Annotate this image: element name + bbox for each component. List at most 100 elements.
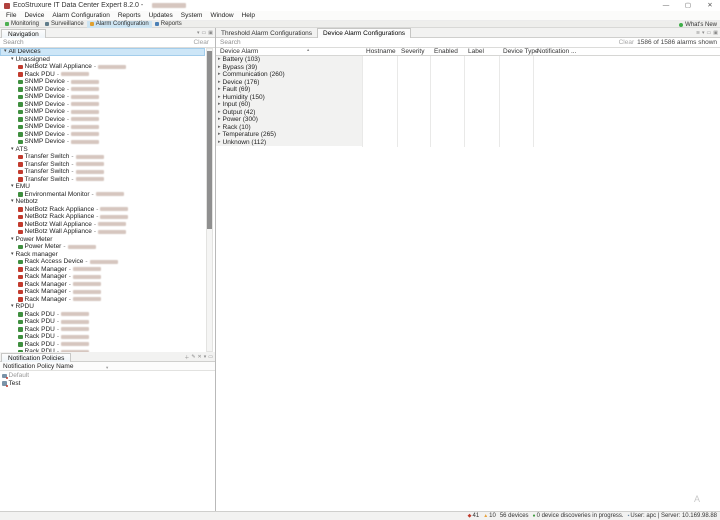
tree-group-ats[interactable]: ▾ATS	[0, 146, 205, 154]
tree-device-snmp-device[interactable]: SNMP Device-	[0, 123, 205, 131]
column-header-device-type[interactable]: Device Type	[503, 48, 539, 56]
tree-device-rack-pdu[interactable]: Rack PDU-	[0, 341, 205, 349]
tree-group-power-meter[interactable]: ▾Power Meter	[0, 236, 205, 244]
tree-group-emu[interactable]: ▾EMU	[0, 183, 205, 191]
maximize-view-icon[interactable]: ▣	[713, 30, 718, 36]
tree-expander-icon[interactable]: ▾	[11, 146, 14, 154]
tree-device-netbotz-wall-appliance[interactable]: NetBotz Wall Appliance-	[0, 221, 205, 229]
tree-group-unassigned[interactable]: ▾Unassigned	[0, 56, 205, 64]
alarm-row-input-60[interactable]: ▸Input (60)	[216, 101, 720, 109]
perspective-tab-alarm-configuration[interactable]: Alarm Configuration	[87, 21, 152, 28]
tree-expander-icon[interactable]: ▾	[11, 183, 14, 191]
tree-device-snmp-device[interactable]: SNMP Device-	[0, 116, 205, 124]
view-menu-icon[interactable]: ▾	[204, 354, 207, 360]
tree-device-rack-manager[interactable]: Rack Manager-	[0, 288, 205, 296]
alarm-row-humidity-150[interactable]: ▸Humidity (150)	[216, 94, 720, 102]
tree-device-rack-manager[interactable]: Rack Manager-	[0, 266, 205, 274]
alarm-row-communication-260[interactable]: ▸Communication (260)	[216, 71, 720, 79]
tree-device-rack-manager[interactable]: Rack Manager-	[0, 281, 205, 289]
row-expander-icon[interactable]: ▸	[218, 109, 221, 117]
tab-threshold-alarm-configurations[interactable]: Threshold Alarm Configurations	[216, 29, 317, 38]
tree-device-netbotz-wall-appliance[interactable]: NetBotz Wall Appliance-	[0, 63, 205, 71]
tree-expander-icon[interactable]: ▾	[11, 56, 14, 64]
row-expander-icon[interactable]: ▸	[218, 64, 221, 72]
tree-device-transfer-switch[interactable]: Transfer Switch-	[0, 153, 205, 161]
menu-item-window[interactable]: Window	[206, 11, 237, 21]
tree-device-rack-manager[interactable]: Rack Manager-	[0, 273, 205, 281]
tree-expander-icon[interactable]: ▾	[11, 303, 14, 311]
alarm-row-device-176[interactable]: ▸Device (176)	[216, 79, 720, 87]
tree-device-snmp-device[interactable]: SNMP Device-	[0, 131, 205, 139]
menu-item-device[interactable]: Device	[20, 11, 48, 21]
tree-expander-icon[interactable]: ▾	[11, 198, 14, 206]
row-expander-icon[interactable]: ▸	[218, 86, 221, 94]
alarm-row-rack-10[interactable]: ▸Rack (10)	[216, 124, 720, 132]
whats-new-link[interactable]: What's New	[679, 21, 717, 28]
column-header-device-alarm[interactable]: Device Alarm	[220, 48, 258, 56]
tree-device-snmp-device[interactable]: SNMP Device-	[0, 78, 205, 86]
menu-item-file[interactable]: File	[2, 11, 20, 21]
tree-device-snmp-device[interactable]: SNMP Device-	[0, 101, 205, 109]
tree-device-rack-access-device[interactable]: Rack Access Device-	[0, 258, 205, 266]
maximize-view-icon[interactable]: ▣	[208, 30, 213, 36]
tree-device-rack-pdu[interactable]: Rack PDU-	[0, 311, 205, 319]
tree-device-rack-pdu[interactable]: Rack PDU-	[0, 333, 205, 341]
perspective-tab-surveillance[interactable]: Surveillance	[42, 21, 87, 28]
scrollbar-thumb[interactable]	[207, 51, 212, 229]
tree-group-rpdu[interactable]: ▾RPDU	[0, 303, 205, 311]
alarm-row-bypass-39[interactable]: ▸Bypass (39)	[216, 64, 720, 72]
tree-device-snmp-device[interactable]: SNMP Device-	[0, 108, 205, 116]
alarm-search-input[interactable]: Search	[220, 38, 241, 48]
alarm-row-unknown-112[interactable]: ▸Unknown (112)	[216, 139, 720, 147]
policy-row-test[interactable]: Test	[0, 380, 215, 388]
column-header-hostname[interactable]: Hostname	[366, 48, 396, 56]
filter-icon[interactable]: ≋	[696, 30, 700, 36]
view-menu-icon[interactable]: ▾	[197, 30, 200, 36]
perspective-tab-monitoring[interactable]: Monitoring	[2, 21, 42, 28]
tab-navigation[interactable]: Navigation	[1, 29, 46, 38]
delete-policy-icon[interactable]: ✕	[198, 354, 202, 360]
tab-notification-policies[interactable]: Notification Policies	[1, 353, 71, 362]
alarm-row-fault-69[interactable]: ▸Fault (69)	[216, 86, 720, 94]
tree-device-transfer-switch[interactable]: Transfer Switch-	[0, 161, 205, 169]
tree-device-snmp-device[interactable]: SNMP Device-	[0, 93, 205, 101]
tree-device-rack-manager[interactable]: Rack Manager-	[0, 296, 205, 304]
view-menu-icon[interactable]: ▾	[702, 30, 705, 36]
tree-group-netbotz[interactable]: ▾Netbotz	[0, 198, 205, 206]
tree-device-transfer-switch[interactable]: Transfer Switch-	[0, 176, 205, 184]
minimize-view-icon[interactable]: ▭	[208, 354, 213, 360]
row-expander-icon[interactable]: ▸	[218, 101, 221, 109]
policy-column-header[interactable]: Notification Policy Name ▾	[0, 362, 215, 371]
row-expander-icon[interactable]: ▸	[218, 94, 221, 102]
row-expander-icon[interactable]: ▸	[218, 79, 221, 87]
add-policy-icon[interactable]: ＋	[184, 354, 189, 361]
menu-item-help[interactable]: Help	[238, 11, 259, 21]
tree-device-rack-pdu[interactable]: Rack PDU-	[0, 71, 205, 79]
close-button[interactable]: ✕	[700, 0, 720, 11]
tree-device-environmental-monitor[interactable]: Environmental Monitor-	[0, 191, 205, 199]
device-tree-scrollbar[interactable]	[206, 48, 213, 352]
maximize-button[interactable]: ▢	[678, 0, 698, 11]
column-menu-icon[interactable]: ▾	[106, 363, 108, 372]
tree-device-netbotz-wall-appliance[interactable]: NetBotz Wall Appliance-	[0, 228, 205, 236]
row-expander-icon[interactable]: ▸	[218, 139, 221, 147]
column-header-severity[interactable]: Severity	[401, 48, 424, 56]
tree-device-power-meter[interactable]: Power Meter-	[0, 243, 205, 251]
alarm-row-power-300[interactable]: ▸Power (300)	[216, 116, 720, 124]
menu-item-reports[interactable]: Reports	[114, 11, 145, 21]
tree-expander-icon[interactable]: ▾	[11, 251, 14, 259]
menu-item-alarm-configuration[interactable]: Alarm Configuration	[48, 11, 113, 21]
perspective-tab-reports[interactable]: Reports	[152, 21, 185, 28]
row-expander-icon[interactable]: ▸	[218, 131, 221, 139]
row-expander-icon[interactable]: ▸	[218, 71, 221, 79]
tree-device-snmp-device[interactable]: SNMP Device-	[0, 86, 205, 94]
menu-item-system[interactable]: System	[177, 11, 207, 21]
alarm-row-output-42[interactable]: ▸Output (42)	[216, 109, 720, 117]
sort-ascending-icon[interactable]: ▴	[307, 47, 309, 53]
column-header-enabled[interactable]: Enabled	[434, 48, 458, 56]
tree-device-transfer-switch[interactable]: Transfer Switch-	[0, 168, 205, 176]
row-expander-icon[interactable]: ▸	[218, 56, 221, 64]
menu-item-updates[interactable]: Updates	[145, 11, 177, 21]
minimize-button[interactable]: —	[656, 0, 676, 11]
edit-policy-icon[interactable]: ✎	[191, 354, 195, 360]
